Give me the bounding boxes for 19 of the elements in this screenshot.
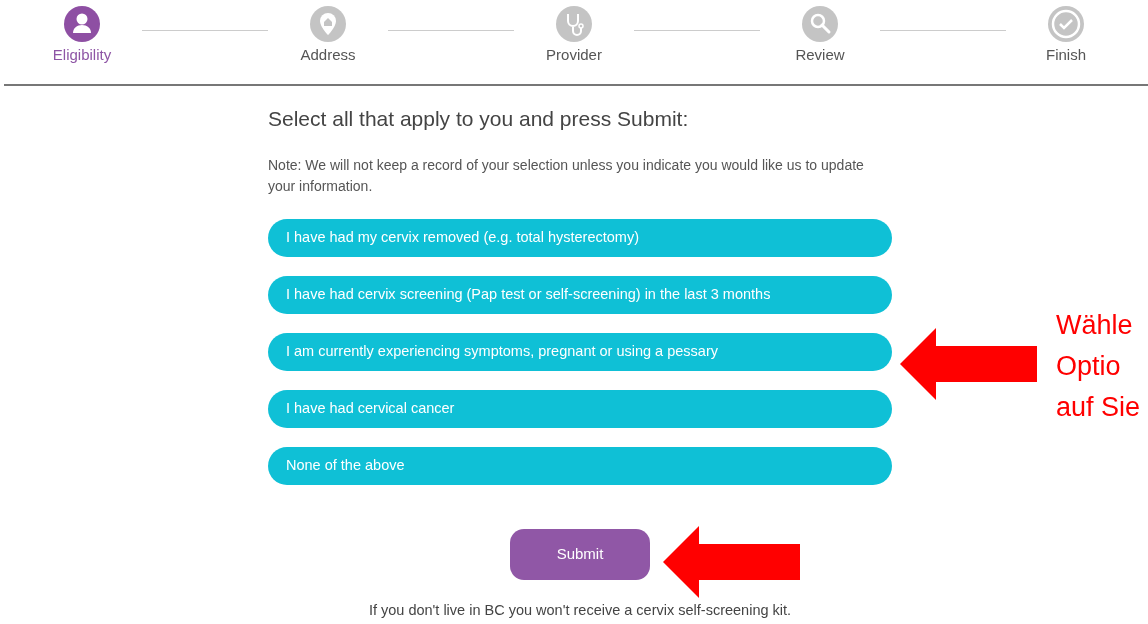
step-tab[interactable]: Provider [514, 6, 634, 67]
person-icon [64, 6, 100, 42]
submit-button[interactable]: Submit [510, 529, 650, 581]
step-tab[interactable]: Finish [1006, 6, 1126, 67]
callout-text: Optio [1056, 350, 1122, 383]
heading: Select all that apply to you and press Submit: [268, 106, 690, 132]
stethoscope-icon [556, 6, 592, 42]
footer-text: If you don't live in BC you won't receive a cervix self-screening kit. [367, 601, 793, 621]
callout-text: Wähle [1056, 309, 1134, 342]
step-tab[interactable]: Eligibility [22, 6, 142, 67]
check-icon [1048, 6, 1084, 42]
note-text: Note: We will not keep a record of your selection unless you indicate you would like us to update your information. [268, 156, 865, 197]
arrow-icon [663, 526, 800, 598]
step-tab[interactable]: Address [268, 6, 388, 67]
home-pin-icon [310, 6, 346, 42]
callout-text: auf Sie [1056, 391, 1141, 424]
arrow-icon [900, 328, 1037, 400]
search-icon [802, 6, 838, 42]
step-tab[interactable]: Review [760, 6, 880, 67]
